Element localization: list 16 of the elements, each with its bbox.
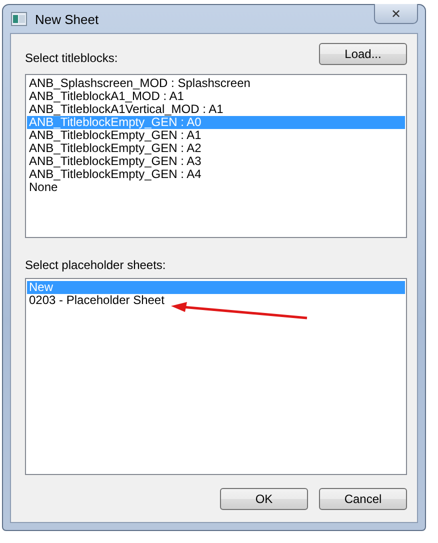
list-item[interactable]: ANB_TitleblockEmpty_GEN : A1: [27, 129, 405, 142]
dialog-button[interactable]: OK: [220, 488, 308, 510]
list-item[interactable]: ANB_Splashscreen_MOD : Splashscreen: [27, 77, 405, 90]
dialog-button[interactable]: Cancel: [319, 488, 407, 510]
list-item[interactable]: ANB_TitleblockEmpty_GEN : A4: [27, 168, 405, 181]
list-item[interactable]: ANB_TitleblockA1Vertical_MOD : A1: [27, 103, 405, 116]
window-title: New Sheet: [35, 12, 99, 26]
placeholders-label: Select placeholder sheets:: [25, 258, 167, 272]
load-button[interactable]: Load...: [319, 43, 407, 65]
list-item[interactable]: None: [27, 181, 405, 194]
titleblocks-label: Select titleblocks:: [25, 51, 118, 65]
list-item[interactable]: ANB_TitleblockEmpty_GEN : A3: [27, 155, 405, 168]
close-button[interactable]: ✕: [374, 4, 418, 24]
list-item[interactable]: 0203 - Placeholder Sheet: [27, 294, 405, 307]
list-item[interactable]: ANB_TitleblockA1_MOD : A1: [27, 90, 405, 103]
list-item[interactable]: ANB_TitleblockEmpty_GEN : A2: [27, 142, 405, 155]
